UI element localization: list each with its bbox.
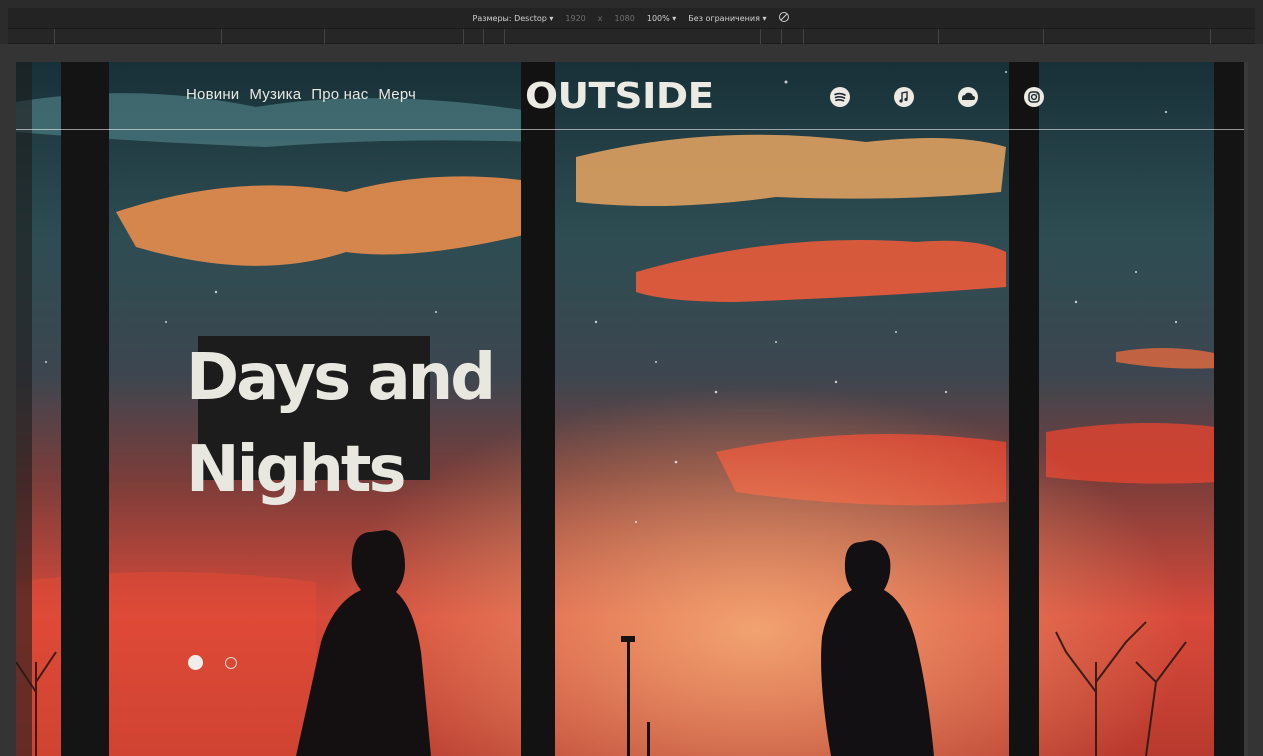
zoom-dropdown[interactable]: 100% ▾ <box>647 14 676 23</box>
apple-music-icon[interactable] <box>893 86 915 108</box>
spotify-icon[interactable] <box>829 86 851 108</box>
site-header: Новини Музика Про нас Мерч OUTSIDE <box>16 62 1248 130</box>
devtools-toolbar: Размеры: Desctop ▾ 1920 x 1080 100% ▾ Бе… <box>8 8 1255 28</box>
viewport-height-field[interactable]: 1080 <box>615 14 635 23</box>
viewport-width-field[interactable]: 1920 <box>565 14 585 23</box>
nav-link-merch[interactable]: Мерч <box>378 86 416 103</box>
slide-dot-1[interactable] <box>188 655 203 670</box>
site-logo[interactable]: OUTSIDE <box>525 76 758 117</box>
throttle-dropdown[interactable]: Без ограничения ▾ <box>688 14 766 23</box>
slider-pagination <box>188 655 237 670</box>
instagram-icon[interactable] <box>1023 86 1045 108</box>
slide-dot-2[interactable] <box>225 656 237 669</box>
nav-link-music[interactable]: Музика <box>249 86 301 103</box>
soundcloud-icon[interactable] <box>957 86 979 108</box>
hero-title-line-2: Nights <box>186 433 407 507</box>
nav-link-news[interactable]: Новини <box>186 86 239 103</box>
media-query-ruler <box>8 28 1255 45</box>
page-viewport: Новини Музика Про нас Мерч OUTSIDE Days … <box>16 62 1248 756</box>
main-navigation: Новини Музика Про нас Мерч <box>186 86 416 103</box>
hero-title-line-1: Days and <box>186 341 496 415</box>
dimension-separator: x <box>597 13 603 23</box>
device-size-dropdown[interactable]: Размеры: Desctop ▾ <box>473 14 554 23</box>
rotate-icon[interactable] <box>778 11 790 25</box>
scrollbar[interactable] <box>1244 62 1248 756</box>
nav-link-about[interactable]: Про нас <box>311 86 368 103</box>
hero-title: Days and Nights <box>186 332 526 516</box>
